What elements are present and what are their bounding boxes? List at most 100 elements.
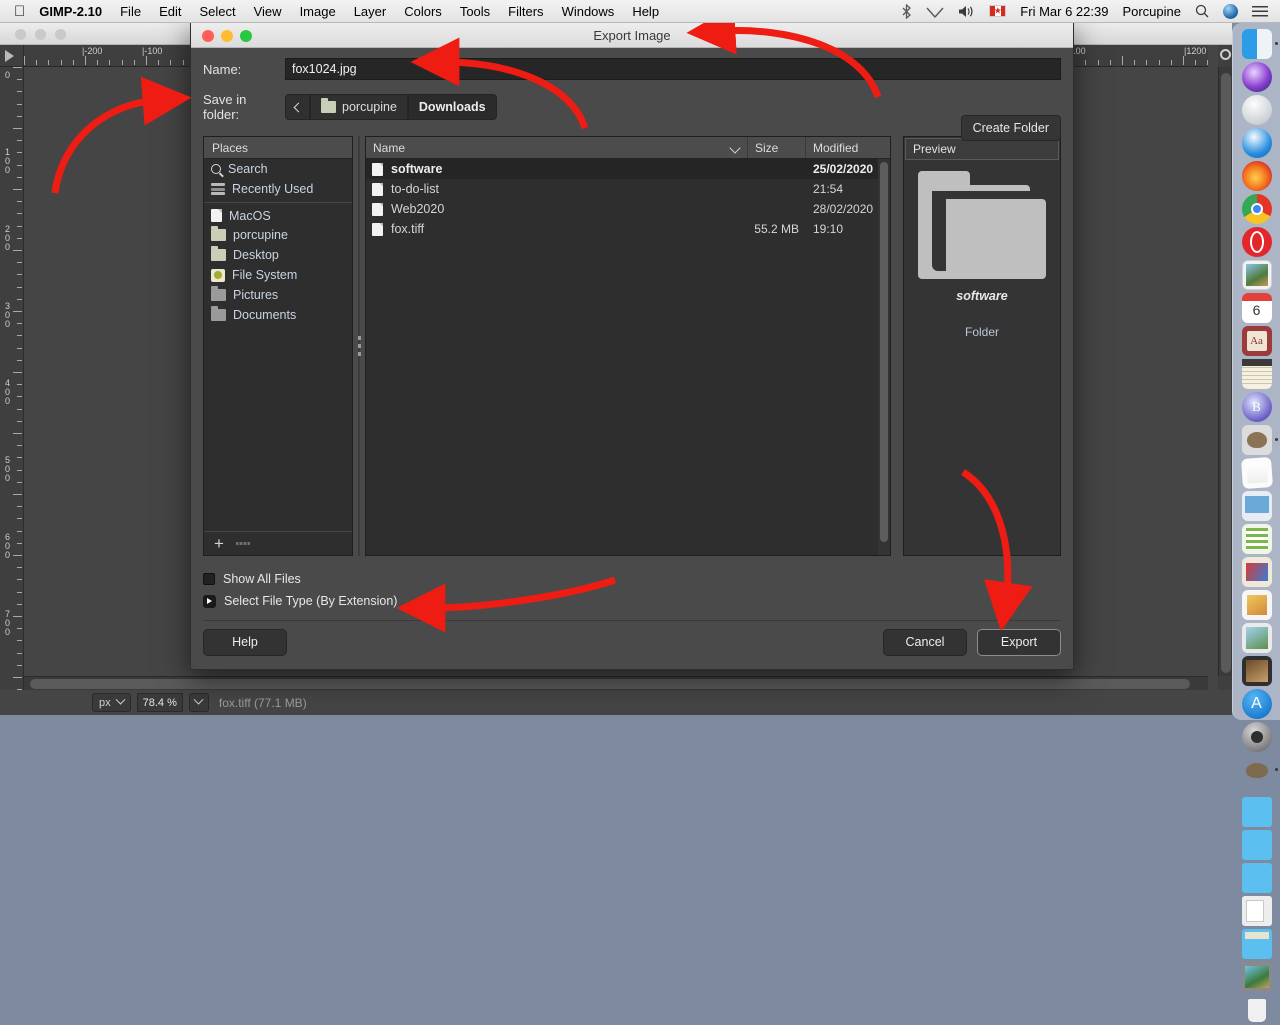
gimp-close-button[interactable] bbox=[15, 29, 26, 40]
chrome-icon[interactable] bbox=[1241, 194, 1272, 224]
control-center-icon[interactable] bbox=[1252, 5, 1268, 18]
place-item-documents[interactable]: Documents bbox=[204, 305, 352, 325]
column-header-name[interactable]: Name bbox=[366, 137, 748, 158]
siri-icon[interactable] bbox=[1241, 62, 1272, 92]
menu-help[interactable]: Help bbox=[632, 4, 659, 19]
place-item-recently-used[interactable]: Recently Used bbox=[204, 179, 352, 199]
trash-icon[interactable] bbox=[1242, 995, 1272, 1025]
numbers-icon[interactable] bbox=[1241, 524, 1272, 554]
preview-icon[interactable] bbox=[1241, 590, 1272, 620]
search-icon[interactable] bbox=[1195, 4, 1209, 18]
firefox-icon[interactable] bbox=[1241, 161, 1272, 191]
scrollbar-thumb[interactable] bbox=[880, 162, 888, 542]
help-button[interactable]: Help bbox=[203, 628, 287, 656]
file-list[interactable]: Name Size Modified software 25/02/2020 t… bbox=[365, 136, 891, 556]
app-store-icon[interactable]: A bbox=[1241, 689, 1272, 719]
photos-app-icon[interactable] bbox=[1241, 260, 1272, 290]
cancel-button[interactable]: Cancel bbox=[883, 628, 967, 656]
zoom-input[interactable]: 78.4 % bbox=[136, 693, 183, 712]
export-button[interactable]: Export bbox=[977, 628, 1061, 656]
canvas-horizontal-scrollbar[interactable] bbox=[24, 676, 1208, 690]
create-folder-button[interactable]: Create Folder bbox=[960, 115, 1061, 141]
menu-colors[interactable]: Colors bbox=[404, 4, 442, 19]
scrollbar-thumb[interactable] bbox=[30, 679, 1190, 689]
bluetooth-icon[interactable] bbox=[901, 3, 912, 19]
menu-file[interactable]: File bbox=[120, 4, 141, 19]
gimp-running-icon[interactable] bbox=[1242, 755, 1278, 785]
menu-view[interactable]: View bbox=[254, 4, 282, 19]
remove-place-button[interactable] bbox=[235, 542, 250, 545]
table-row[interactable]: software 25/02/2020 bbox=[366, 159, 890, 179]
menu-edit[interactable]: Edit bbox=[159, 4, 181, 19]
keynote-icon[interactable] bbox=[1241, 491, 1272, 521]
ruler-origin-button[interactable] bbox=[0, 45, 24, 67]
place-item-file-system[interactable]: File System bbox=[204, 265, 352, 285]
vertical-ruler[interactable]: 0 100 200 300 400 500 600 700 bbox=[0, 67, 24, 691]
menubar-username[interactable]: Porcupine bbox=[1122, 4, 1181, 19]
finder-icon[interactable] bbox=[1241, 29, 1278, 59]
breadcrumb-item-porcupine[interactable]: porcupine bbox=[310, 94, 408, 120]
table-row[interactable]: fox.tiff 55.2 MB 19:10 bbox=[366, 219, 890, 239]
system-preferences-icon[interactable] bbox=[1241, 722, 1272, 752]
wifi-icon[interactable] bbox=[926, 5, 944, 18]
canada-flag-icon[interactable]: ★ bbox=[989, 5, 1007, 17]
breadcrumb-back-button[interactable] bbox=[285, 94, 310, 120]
dictionary-icon[interactable]: Aa bbox=[1241, 326, 1272, 356]
column-header-modified[interactable]: Modified bbox=[806, 137, 890, 158]
menu-layer[interactable]: Layer bbox=[354, 4, 387, 19]
folder-blue-icon[interactable] bbox=[1241, 830, 1272, 860]
bbedit-icon[interactable]: B bbox=[1241, 392, 1272, 422]
safari-icon[interactable] bbox=[1241, 128, 1272, 158]
menu-filters[interactable]: Filters bbox=[508, 4, 543, 19]
navigation-preview-button[interactable] bbox=[1218, 45, 1232, 67]
siri-icon[interactable] bbox=[1223, 3, 1238, 19]
folder-blue-icon[interactable] bbox=[1241, 797, 1272, 827]
expander-triangle-icon[interactable] bbox=[203, 594, 216, 608]
place-item-porcupine[interactable]: porcupine bbox=[204, 225, 352, 245]
photo-booth-icon[interactable] bbox=[1241, 656, 1272, 686]
place-item-desktop[interactable]: Desktop bbox=[204, 245, 352, 265]
menubar-datetime[interactable]: Fri Mar 6 22:39 bbox=[1020, 4, 1108, 19]
file-list-scrollbar[interactable] bbox=[878, 159, 890, 555]
gimp-zoom-button[interactable] bbox=[55, 29, 66, 40]
place-item-macos[interactable]: MacOS bbox=[204, 202, 352, 225]
select-file-type-option[interactable]: Select File Type (By Extension) bbox=[203, 590, 1061, 612]
documents-stack-icon[interactable] bbox=[1241, 896, 1272, 926]
image-capture-icon[interactable] bbox=[1241, 623, 1272, 653]
imovie-icon[interactable] bbox=[1241, 557, 1272, 587]
opera-icon[interactable] bbox=[1241, 227, 1272, 257]
show-all-files-option[interactable]: Show All Files bbox=[203, 568, 1061, 590]
notes-icon[interactable] bbox=[1241, 359, 1272, 389]
launchpad-icon[interactable] bbox=[1241, 95, 1272, 125]
menubar-app-name[interactable]: GIMP-2.10 bbox=[39, 4, 102, 19]
place-item-search[interactable]: Search bbox=[204, 159, 352, 179]
column-header-size[interactable]: Size bbox=[748, 137, 806, 158]
calendar-icon[interactable]: 6 bbox=[1241, 293, 1272, 323]
table-row[interactable]: Web2020 28/02/2020 bbox=[366, 199, 890, 219]
volume-icon[interactable] bbox=[958, 5, 975, 18]
pane-splitter[interactable] bbox=[353, 136, 365, 556]
unit-selector[interactable]: px bbox=[92, 693, 131, 712]
place-item-pictures[interactable]: Pictures bbox=[204, 285, 352, 305]
name-input[interactable]: fox1024.jpg bbox=[285, 58, 1061, 80]
menu-image[interactable]: Image bbox=[300, 4, 336, 19]
dialog-close-button[interactable] bbox=[202, 30, 214, 42]
menu-select[interactable]: Select bbox=[199, 4, 235, 19]
checkbox[interactable] bbox=[203, 573, 215, 585]
breadcrumb-item-downloads[interactable]: Downloads bbox=[407, 94, 497, 120]
pictures-folder-icon[interactable] bbox=[1241, 962, 1272, 992]
apple-logo-icon[interactable]:  bbox=[14, 4, 25, 19]
zoom-dropdown-button[interactable] bbox=[188, 693, 209, 712]
canvas-vertical-scrollbar[interactable] bbox=[1218, 67, 1232, 691]
pages-icon[interactable] bbox=[1240, 456, 1273, 490]
dialog-minimize-button[interactable] bbox=[221, 30, 233, 42]
folder-blue-icon[interactable] bbox=[1241, 863, 1272, 893]
add-place-button[interactable]: + bbox=[214, 535, 224, 552]
table-row[interactable]: to-do-list 21:54 bbox=[366, 179, 890, 199]
dialog-zoom-button[interactable] bbox=[240, 30, 252, 42]
scrollbar-thumb[interactable] bbox=[1221, 73, 1231, 673]
gimp-icon[interactable] bbox=[1241, 425, 1278, 455]
menu-tools[interactable]: Tools bbox=[460, 4, 490, 19]
menu-windows[interactable]: Windows bbox=[562, 4, 615, 19]
downloads-folder-icon[interactable] bbox=[1241, 929, 1272, 959]
